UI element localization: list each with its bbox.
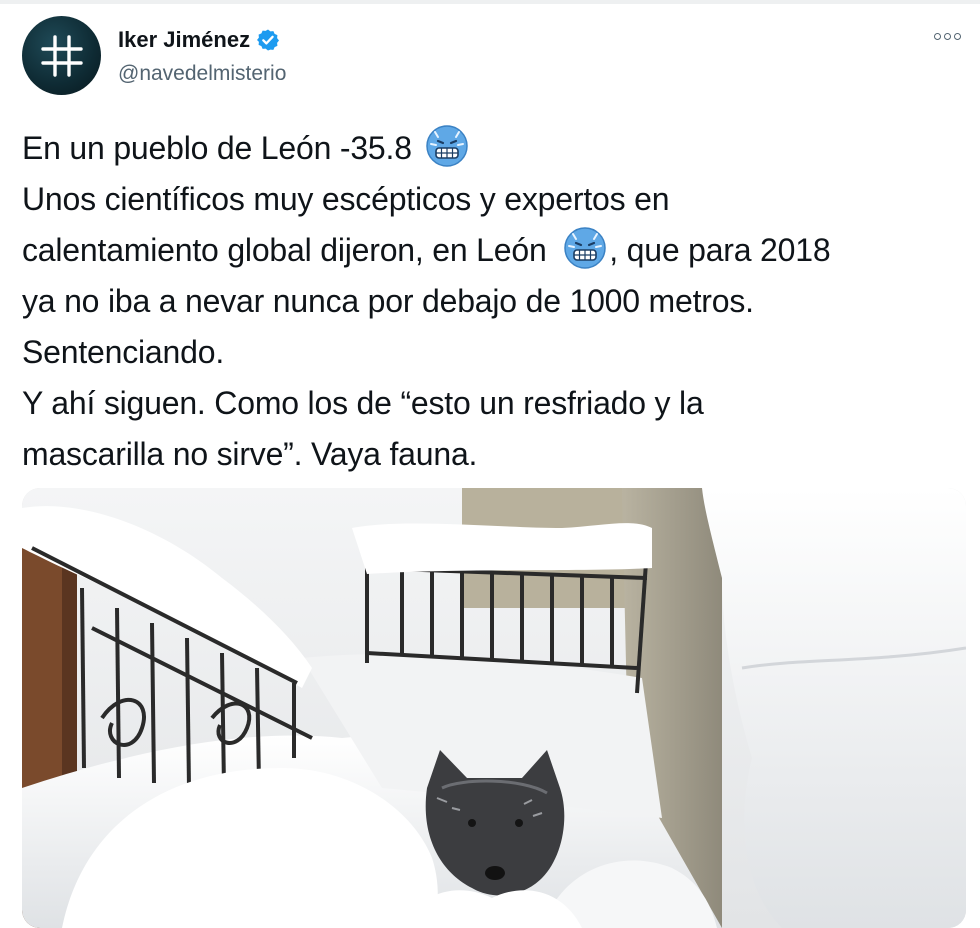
tweet-line: Unos científicos muy escépticos y expert…	[22, 181, 670, 217]
tweet-line-text: calentamiento global dijeron, en León	[22, 232, 547, 268]
author-row: Iker Jiménez	[118, 27, 280, 53]
tweet-line: calentamiento global dijeron, en León , …	[22, 225, 962, 276]
tweet-line: En un pueblo de León -35.8	[22, 123, 962, 174]
verified-badge-icon	[257, 29, 280, 51]
tweet-line-text: En un pueblo de León -35.8	[22, 130, 412, 166]
author-name[interactable]: Iker Jiménez	[118, 27, 250, 53]
tweet-line: Sentenciando.	[22, 334, 225, 370]
tweet-line: Y ahí siguen. Como los de “esto un resfr…	[22, 385, 704, 421]
tweet-text: En un pueblo de León -35.8 Unos científi…	[22, 123, 962, 480]
tweet-line: ya no iba a nevar nunca por debajo de 10…	[22, 283, 754, 319]
avatar[interactable]	[22, 16, 101, 95]
top-divider	[0, 0, 980, 4]
hashtag-icon	[40, 34, 83, 77]
snowy-staircase-photo	[22, 488, 966, 928]
tweet-line: mascarilla no sirve”. Vaya fauna.	[22, 436, 478, 472]
tweet-line-text: , que para 2018	[609, 232, 831, 268]
more-options-icon[interactable]	[934, 28, 964, 44]
cold-face-emoji-icon	[425, 125, 468, 167]
tweet-photo[interactable]	[22, 488, 966, 928]
cold-face-emoji-icon	[564, 227, 606, 269]
author-handle[interactable]: @navedelmisterio	[118, 62, 286, 86]
